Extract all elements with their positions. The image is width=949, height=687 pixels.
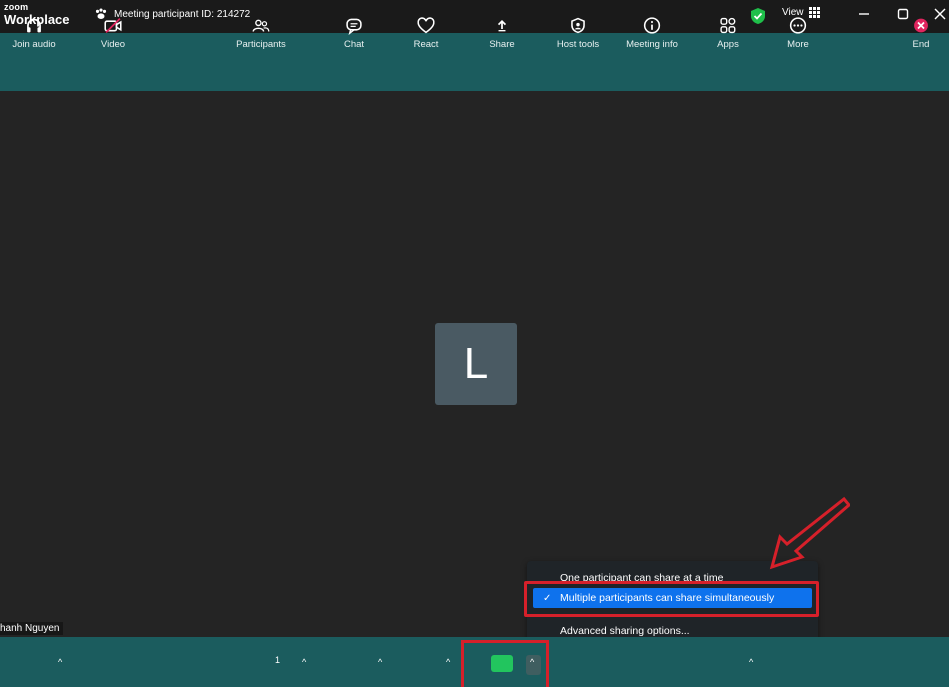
end-call-icon xyxy=(914,18,928,33)
end-label: End xyxy=(912,39,930,50)
end-button[interactable]: End xyxy=(904,0,938,50)
participants-label: Participants xyxy=(236,39,286,50)
video-off-icon xyxy=(104,17,122,34)
apps-button[interactable]: Apps xyxy=(708,0,748,50)
encryption-shield-icon[interactable] xyxy=(750,7,766,25)
share-screen-icon xyxy=(497,19,507,32)
meeting-info-label: Meeting info xyxy=(626,39,678,50)
react-options-caret[interactable]: ^ xyxy=(446,657,450,667)
participant-avatar: L xyxy=(435,323,517,405)
menu-item-label: Advanced sharing options... xyxy=(560,625,690,637)
more-dots-icon xyxy=(789,17,807,34)
participants-count: 1 xyxy=(275,655,281,665)
headphones-icon xyxy=(27,18,41,33)
chat-button[interactable]: Chat xyxy=(336,0,372,50)
participants-button[interactable]: Participants xyxy=(232,0,290,50)
apps-options-caret[interactable]: ^ xyxy=(749,657,753,667)
share-label: Share xyxy=(489,39,515,50)
apps-label: Apps xyxy=(717,39,739,50)
annotation-arrow-icon xyxy=(769,496,850,570)
participants-options-caret[interactable]: ^ xyxy=(302,657,306,667)
video-button[interactable]: Video xyxy=(90,0,136,50)
host-tools-button[interactable]: Host tools xyxy=(550,0,606,50)
join-audio-button[interactable]: Join audio xyxy=(6,0,62,50)
annotation-share-highlight xyxy=(461,640,549,687)
apps-icon xyxy=(720,17,736,34)
more-label: More xyxy=(787,39,809,50)
meeting-info-button[interactable]: Meeting info xyxy=(620,0,684,50)
host-tools-shield-icon xyxy=(571,17,585,34)
audio-options-caret[interactable]: ^ xyxy=(58,657,62,667)
video-label: Video xyxy=(100,39,126,50)
react-button[interactable]: React xyxy=(408,0,444,50)
chat-icon xyxy=(346,18,362,35)
share-button[interactable]: Share xyxy=(480,0,524,50)
chat-options-caret[interactable]: ^ xyxy=(378,657,382,667)
chat-label: Chat xyxy=(343,39,365,50)
participant-name-tag: hanh Nguyen xyxy=(0,622,63,635)
heart-icon xyxy=(417,17,435,34)
info-icon xyxy=(643,17,661,34)
participants-icon xyxy=(252,19,270,32)
annotation-highlight-box xyxy=(524,581,819,617)
host-tools-label: Host tools xyxy=(556,39,600,50)
minimize-icon[interactable] xyxy=(856,6,872,22)
react-label: React xyxy=(413,39,439,50)
more-button[interactable]: More xyxy=(778,0,818,50)
join-audio-label: Join audio xyxy=(12,39,56,50)
